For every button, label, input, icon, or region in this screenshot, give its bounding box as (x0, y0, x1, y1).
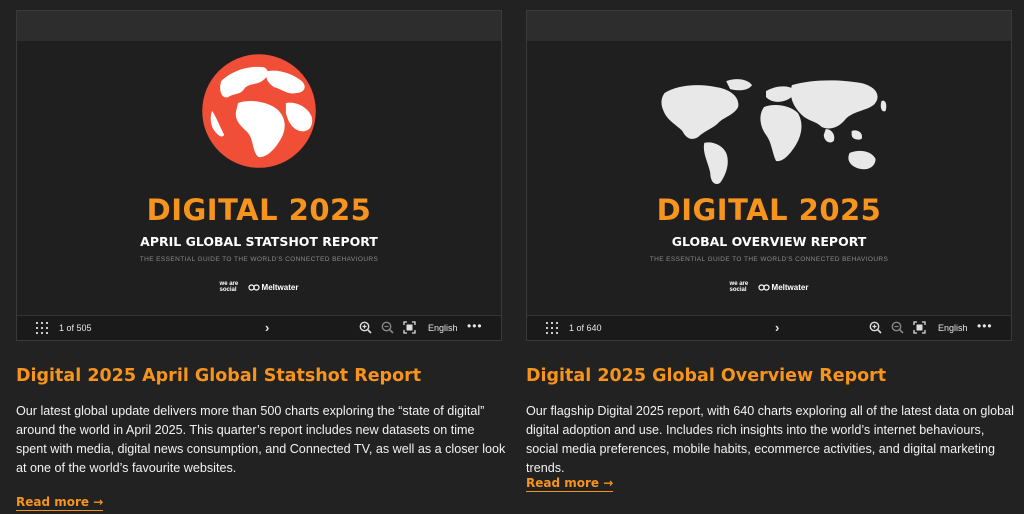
page-indicator: 1 of 505 (59, 323, 92, 333)
slide-logos: we are social Meltwater (17, 281, 501, 293)
viewer-toolbar: 1 of 505 › English ••• (17, 315, 501, 340)
fit-screen-icon[interactable] (403, 321, 416, 334)
viewer-top-bar (527, 11, 1011, 41)
more-options-button[interactable]: ••• (467, 319, 483, 333)
card-title[interactable]: Digital 2025 Global Overview Report (526, 366, 886, 386)
language-selector[interactable]: English (428, 323, 458, 333)
card-description: Our latest global update delivers more t… (16, 404, 506, 475)
slide-title: DIGITAL 2025 (656, 193, 882, 227)
slide-subtitle: GLOBAL OVERVIEW REPORT (671, 234, 867, 249)
card-description: Our flagship Digital 2025 report, with 6… (526, 404, 1014, 475)
fit-screen-icon[interactable] (913, 321, 926, 334)
slide-preview[interactable]: DIGITAL 2025 APRIL GLOBAL STATSHOT REPOR… (17, 41, 501, 315)
read-more-link[interactable]: Read more → (16, 495, 104, 511)
report-card-overview: DIGITAL 2025 GLOBAL OVERVIEW REPORT THE … (526, 0, 1014, 492)
meltwater-icon (757, 283, 770, 291)
zoom-out-icon[interactable] (891, 321, 904, 334)
slide-tagline: THE ESSENTIAL GUIDE TO THE WORLD'S CONNE… (649, 256, 889, 263)
we-are-social-logo: we are social (729, 281, 749, 293)
zoom-in-icon[interactable] (359, 321, 372, 334)
document-viewer[interactable]: DIGITAL 2025 APRIL GLOBAL STATSHOT REPOR… (16, 10, 502, 341)
meltwater-logo: Meltwater (757, 282, 809, 292)
zoom-in-icon[interactable] (869, 321, 882, 334)
grid-icon[interactable] (36, 322, 48, 334)
viewer-top-bar (17, 11, 501, 41)
document-viewer[interactable]: DIGITAL 2025 GLOBAL OVERVIEW REPORT THE … (526, 10, 1012, 341)
world-map-icon (661, 79, 887, 184)
meltwater-label: Meltwater (771, 282, 809, 292)
viewer-toolbar: 1 of 640 › English ••• (527, 315, 1011, 340)
slide-logos: we are social Meltwater (527, 281, 1011, 293)
slide-preview[interactable]: DIGITAL 2025 GLOBAL OVERVIEW REPORT THE … (527, 41, 1011, 315)
globe-icon (202, 54, 316, 168)
meltwater-icon (247, 283, 260, 291)
more-options-button[interactable]: ••• (977, 319, 993, 333)
slide-tagline: THE ESSENTIAL GUIDE TO THE WORLD'S CONNE… (139, 256, 379, 263)
meltwater-label: Meltwater (261, 282, 299, 292)
grid-icon[interactable] (546, 322, 558, 334)
zoom-out-icon[interactable] (381, 321, 394, 334)
slide-subtitle: APRIL GLOBAL STATSHOT REPORT (140, 234, 378, 249)
read-more-link[interactable]: Read more → (526, 476, 614, 492)
report-card-statshot: DIGITAL 2025 APRIL GLOBAL STATSHOT REPOR… (16, 0, 505, 511)
meltwater-logo: Meltwater (247, 282, 299, 292)
card-title[interactable]: Digital 2025 April Global Statshot Repor… (16, 366, 421, 386)
we-are-social-logo: we are social (219, 281, 239, 293)
page-indicator: 1 of 640 (569, 323, 602, 333)
next-page-button[interactable]: › (265, 320, 269, 335)
language-selector[interactable]: English (938, 323, 968, 333)
slide-title: DIGITAL 2025 (146, 193, 372, 227)
next-page-button[interactable]: › (775, 320, 779, 335)
